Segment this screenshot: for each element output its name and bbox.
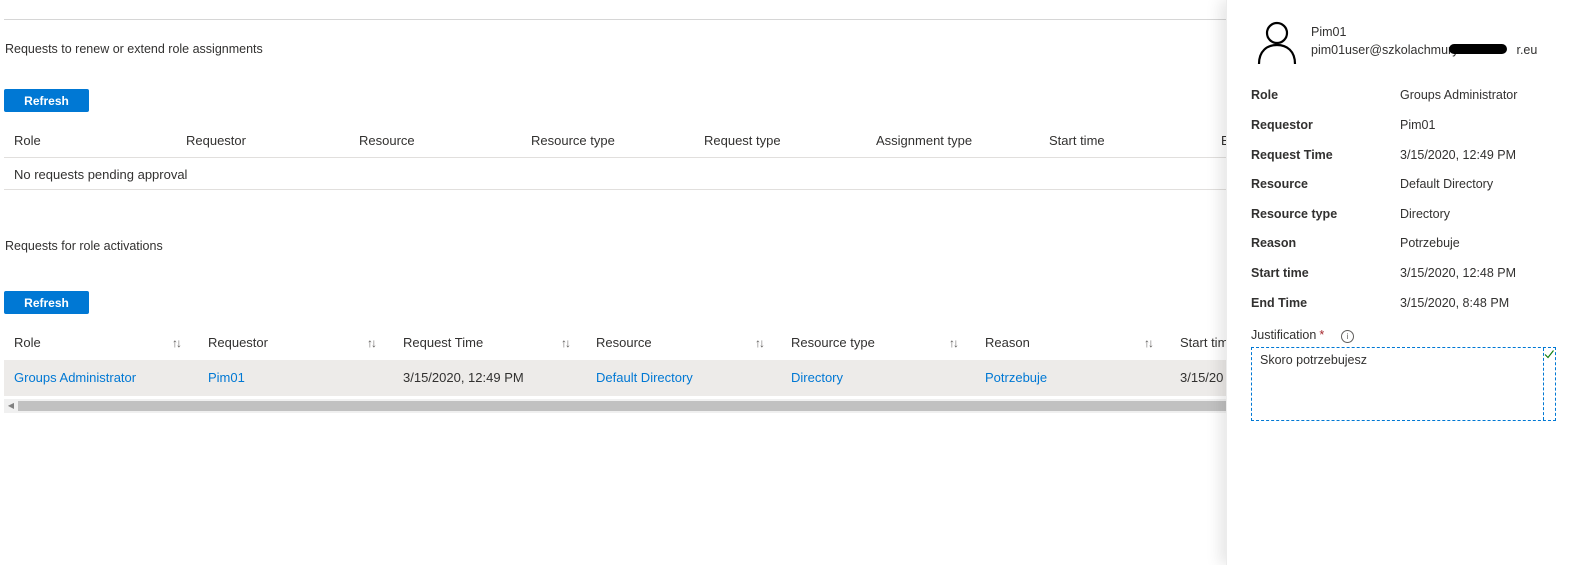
top-divider xyxy=(4,19,1240,20)
activation-col-resource[interactable]: Resource xyxy=(596,326,652,360)
renew-header-divider xyxy=(4,157,1240,158)
activation-col-reason[interactable]: Reason xyxy=(985,326,1030,360)
sort-resource-type-icon[interactable]: ↑↓ xyxy=(949,326,959,360)
renew-section-title: Requests to renew or extend role assignm… xyxy=(5,42,263,56)
field-label-role: Role xyxy=(1251,88,1279,102)
scrollbar-thumb[interactable] xyxy=(18,401,1240,411)
sort-request-time-icon[interactable]: ↑↓ xyxy=(561,326,571,360)
field-label-reason: Reason xyxy=(1251,236,1297,250)
renew-col-resource-type[interactable]: Resource type xyxy=(531,124,615,158)
field-value-reason: Potrzebuje xyxy=(1400,236,1460,250)
field-value-resource-type: Directory xyxy=(1400,207,1451,221)
scroll-left-icon[interactable]: ◀ xyxy=(6,399,16,413)
justification-input[interactable]: Skoro potrzebujesz xyxy=(1251,347,1556,421)
renew-table-bottom-divider xyxy=(4,189,1240,190)
renew-refresh-button[interactable]: Refresh xyxy=(4,89,89,112)
activation-col-role[interactable]: Role xyxy=(14,326,41,360)
field-label-request-time: Request Time xyxy=(1251,148,1333,162)
sort-role-icon[interactable]: ↑↓ xyxy=(172,326,182,360)
field-value-request-time: 3/15/2020, 12:49 PM xyxy=(1400,148,1517,162)
renew-empty-message: No requests pending approval xyxy=(14,167,188,182)
justification-label-text: Justification xyxy=(1251,328,1317,342)
row-requestor-link[interactable]: Pim01 xyxy=(208,360,245,396)
activation-refresh-button[interactable]: Refresh xyxy=(4,291,89,314)
justification-label: Justification * xyxy=(1251,328,1324,342)
info-icon[interactable]: i xyxy=(1341,330,1354,343)
request-details-panel: Pim01 pim01user@szkolachmury r.eu Role Gr… xyxy=(1226,0,1585,565)
activation-section-title: Requests for role activations xyxy=(5,239,163,253)
field-label-resource-type: Resource type xyxy=(1251,207,1338,221)
row-role-link[interactable]: Groups Administrator xyxy=(14,360,136,396)
sort-reason-icon[interactable]: ↑↓ xyxy=(1144,326,1154,360)
sort-resource-icon[interactable]: ↑↓ xyxy=(755,326,765,360)
field-value-end-time: 3/15/2020, 8:48 PM xyxy=(1400,296,1510,310)
field-value-start-time: 3/15/2020, 12:48 PM xyxy=(1400,266,1517,280)
renew-col-requestor[interactable]: Requestor xyxy=(186,124,246,158)
row-start-time: 3/15/20 xyxy=(1180,370,1224,385)
row-resource-type-link[interactable]: Directory xyxy=(791,360,843,396)
field-value-resource: Default Directory xyxy=(1400,177,1494,191)
field-value-requestor: Pim01 xyxy=(1400,118,1436,132)
table-row[interactable]: Groups Administrator Pim01 3/15/2020, 12… xyxy=(4,360,1240,396)
activation-col-requestor[interactable]: Requestor xyxy=(208,326,268,360)
user-email-suffix: r.eu xyxy=(1516,43,1538,57)
row-resource-link[interactable]: Default Directory xyxy=(596,360,693,396)
renew-col-resource[interactable]: Resource xyxy=(359,124,415,158)
field-label-start-time: Start time xyxy=(1251,266,1309,280)
user-avatar-icon xyxy=(1257,21,1297,65)
activation-table-header: Role ↑↓ Requestor ↑↓ Request Time ↑↓ Res… xyxy=(4,326,1240,360)
user-email-text: pim01user@szkolachmury xyxy=(1311,43,1459,57)
redaction-mark xyxy=(1449,44,1507,54)
renew-col-start-time[interactable]: Start time xyxy=(1049,124,1105,158)
sort-requestor-icon[interactable]: ↑↓ xyxy=(367,326,377,360)
user-name: Pim01 xyxy=(1311,25,1347,39)
renew-col-assignment-type[interactable]: Assignment type xyxy=(876,124,972,158)
renew-col-request-type[interactable]: Request type xyxy=(704,124,781,158)
row-request-time: 3/15/2020, 12:49 PM xyxy=(403,370,524,385)
main-content: Requests to renew or extend role assignm… xyxy=(0,0,1240,565)
valid-check-icon xyxy=(1544,350,1554,359)
renew-table-header: Role Requestor Resource Resource type Re… xyxy=(4,124,1240,158)
renew-col-role[interactable]: Role xyxy=(14,124,41,158)
field-label-requestor: Requestor xyxy=(1251,118,1313,132)
field-label-resource: Resource xyxy=(1251,177,1308,191)
row-reason-link[interactable]: Potrzebuje xyxy=(985,360,1047,396)
field-value-role: Groups Administrator xyxy=(1400,88,1518,102)
activation-col-resource-type[interactable]: Resource type xyxy=(791,326,875,360)
field-label-end-time: End Time xyxy=(1251,296,1308,310)
activation-col-start-time[interactable]: Start tim xyxy=(1180,326,1228,360)
activation-col-request-time[interactable]: Request Time xyxy=(403,326,483,360)
required-indicator: * xyxy=(1319,328,1325,342)
horizontal-scrollbar[interactable]: ◀ xyxy=(4,399,1240,413)
